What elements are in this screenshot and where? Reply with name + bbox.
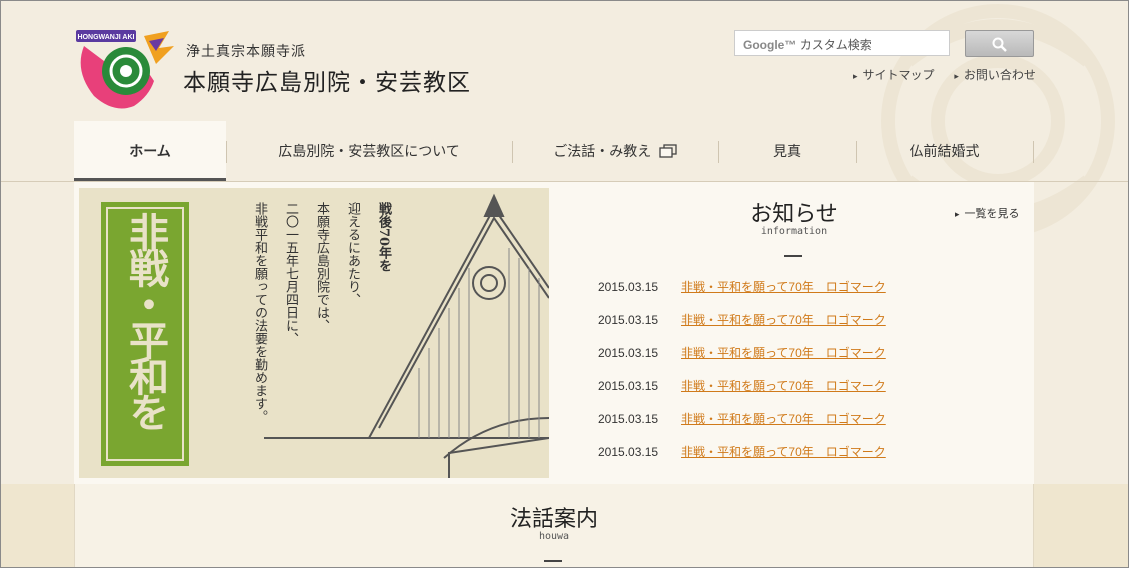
external-window-icon — [659, 144, 677, 158]
news-item-link[interactable]: 非戦・平和を願って70年 ロゴマーク — [681, 379, 886, 393]
news-item-link[interactable]: 非戦・平和を願って70年 ロゴマーク — [681, 346, 886, 360]
news-item: 2015.03.15 非戦・平和を願って70年 ロゴマーク — [598, 445, 886, 459]
news-item: 2015.03.15 非戦・平和を願って70年 ロゴマーク — [598, 412, 886, 426]
news-item-link[interactable]: 非戦・平和を願って70年 ロゴマーク — [681, 445, 886, 459]
banner-message: 戦後70年を 迎えるにあたり、 本願寺広島別院では、 二〇一五年七月四日に、 非… — [252, 202, 391, 423]
search-input[interactable]: Google™ カスタム検索 — [734, 30, 950, 56]
news-item: 2015.03.15 非戦・平和を願って70年 ロゴマーク — [598, 313, 886, 327]
news-item: 2015.03.15 非戦・平和を願って70年 ロゴマーク — [598, 346, 886, 360]
news-item-link[interactable]: 非戦・平和を願って70年 ロゴマーク — [681, 313, 886, 327]
news-subheading: information — [760, 226, 828, 237]
nav-about[interactable]: 広島別院・安芸教区について — [226, 121, 512, 181]
sitemap-link[interactable]: サイトマップ — [853, 68, 935, 82]
google-label: Google™ — [743, 38, 797, 52]
peace-70-banner[interactable]: 非戦・平和を願って70年 戦後70年を 迎えるにあたり、 本願寺広島別院では、 … — [79, 188, 549, 478]
search-icon — [992, 37, 1007, 52]
news-item: 2015.03.15 非戦・平和を願って70年 ロゴマーク — [598, 379, 886, 393]
hongwanji-aki-logo[interactable]: HONGWANJI AKI — [74, 26, 174, 114]
news-item-link[interactable]: 非戦・平和を願って70年 ロゴマーク — [681, 412, 886, 426]
houwa-subheading: houwa — [538, 531, 570, 542]
news-more-link[interactable]: 一覧を見る — [955, 205, 1020, 221]
utility-links: サイトマップ お問い合わせ — [853, 66, 1052, 83]
news-item: 2015.03.15 非戦・平和を願って70年 ロゴマーク — [598, 280, 886, 294]
site-title[interactable]: 本願寺広島別院・安芸教区 — [183, 63, 471, 97]
contact-link[interactable]: お問い合わせ — [954, 68, 1036, 82]
main-navigation: ホーム 広島別院・安芸教区について ご法話・み教え 見真 仏前結婚式 — [74, 121, 1034, 181]
houwa-heading: 法話案内 — [509, 507, 598, 532]
nav-kenshin[interactable]: 見真 — [718, 121, 856, 181]
news-item-link[interactable]: 非戦・平和を願って70年 ロゴマーク — [681, 280, 886, 294]
svg-text:HONGWANJI AKI: HONGWANJI AKI — [78, 34, 135, 41]
nav-teachings[interactable]: ご法話・み教え — [512, 121, 718, 181]
banner-logo-text: 非戦・平和を願って70年 — [122, 212, 168, 428]
nav-home[interactable]: ホーム — [74, 121, 226, 181]
site-subtitle: 浄土真宗本願寺派 — [186, 44, 306, 60]
nav-wedding[interactable]: 仏前結婚式 — [856, 121, 1033, 181]
search-placeholder: カスタム検索 — [799, 38, 872, 52]
search-button[interactable] — [965, 30, 1034, 57]
